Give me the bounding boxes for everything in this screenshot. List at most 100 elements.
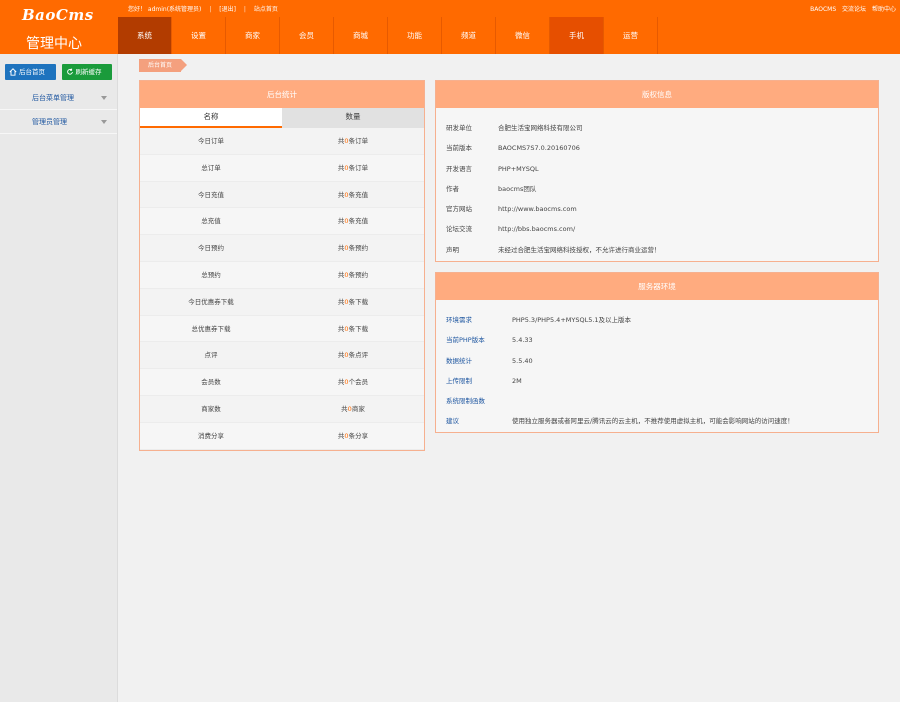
chevron-down-icon: [101, 120, 107, 124]
table-row: 消费分享 共0条分享: [140, 423, 424, 450]
topbar: 您好！ admin(系统管理员) | [退出] | 站点首页 BAOCMS 交流…: [118, 0, 900, 17]
breadcrumb[interactable]: 后台首页: [139, 59, 188, 72]
stat-count-suffix: 条分享: [348, 431, 369, 440]
table-row: 总订单 共0条订单: [140, 155, 424, 182]
info-key: 环境需求: [446, 316, 472, 324]
stat-count: 共0条下载: [282, 289, 424, 315]
logo[interactable]: BaoCms 管理中心: [0, 0, 118, 54]
sidebar: 后台首页 刷新缓存 后台菜单管理 管理员管理: [0, 54, 118, 702]
nav-merchants[interactable]: 商家: [226, 17, 280, 54]
server-env-title: 服务器环境: [436, 273, 878, 300]
stat-name: 总订单: [201, 163, 221, 172]
info-key: 当前版本: [446, 144, 472, 153]
refresh-icon: [66, 68, 73, 75]
stat-name: 总预约: [201, 270, 221, 279]
info-key: 建议: [446, 417, 459, 426]
help-link[interactable]: 帮助中心: [872, 6, 896, 13]
sidebar-item-label: 后台菜单管理: [32, 94, 74, 102]
stats-header: 名称 数量: [140, 108, 424, 128]
nav-mobile[interactable]: 手机: [550, 17, 604, 54]
stat-count-suffix: 条充值: [348, 217, 369, 226]
nav-functions[interactable]: 功能: [388, 17, 442, 54]
server-env-panel: 服务器环境 环境需求 PHP5.3/PHP5.4+MYSQL5.1及以上版本 当前P…: [435, 272, 879, 433]
nav-channels[interactable]: 频道: [442, 17, 496, 54]
table-row: 点评 共0条点评: [140, 342, 424, 370]
stat-name: 今日优惠券下载: [188, 297, 234, 306]
copyright-title: 版权信息: [436, 81, 878, 108]
admin-home-label: 后台首页: [19, 68, 45, 76]
stat-count-suffix: 条预约: [348, 270, 369, 279]
stat-count: 共0商家: [282, 396, 424, 422]
stats-title: 后台统计: [140, 81, 424, 108]
header: BaoCms 管理中心 您好！ admin(系统管理员) | [退出] | 站点…: [0, 0, 900, 54]
nav-members[interactable]: 会员: [280, 17, 334, 54]
stats-rows: 今日订单 共0条订单 总订单 共0条订单 今日充值 共0条充值 总充值 共0条充值 今日预约 共0…: [140, 128, 424, 450]
nav-operations[interactable]: 运营: [604, 17, 658, 54]
info-row: 上传限制 2M: [446, 371, 878, 391]
stat-count: 共0条预约: [282, 262, 424, 288]
logo-brand: BaoCms: [22, 6, 94, 24]
stat-name: 总充值: [201, 217, 221, 226]
stat-count-suffix: 商家: [351, 404, 365, 413]
logo-subtitle: 管理中心: [26, 36, 82, 52]
stat-count-suffix: 条预约: [348, 244, 369, 253]
info-value: BAOCMS7S7.0.20160706: [498, 144, 580, 153]
stat-name: 总优惠券下载: [191, 324, 231, 333]
stat-name: 今日预约: [198, 244, 224, 253]
copyright-rows: 研发单位 合肥生活宝网络科技有限公司当前版本 BAOCMS7S7.0.2016070…: [436, 108, 878, 260]
info-value: 5.5.40: [512, 356, 533, 365]
info-key: 数据统计: [446, 356, 472, 365]
table-row: 今日订单 共0条订单: [140, 128, 424, 155]
logout-link[interactable]: [退出]: [219, 6, 236, 13]
stat-count-suffix: 个会员: [348, 378, 369, 387]
table-row: 商家数 共0商家: [140, 395, 424, 423]
stat-count: 共0条充值: [282, 182, 424, 208]
baocms-link[interactable]: BAOCMS: [810, 6, 836, 13]
info-key: 上传限制: [446, 376, 472, 385]
stat-count-suffix: 条订单: [348, 163, 369, 172]
nav-system[interactable]: 系统: [118, 17, 172, 54]
info-row: 研发单位 合肥生活宝网络科技有限公司: [446, 118, 878, 138]
site-home-link[interactable]: 站点首页: [254, 6, 278, 13]
stat-name: 商家数: [201, 404, 221, 413]
copyright-panel: 版权信息 研发单位 合肥生活宝网络科技有限公司当前版本 BAOCMS7S7.0.20…: [435, 80, 879, 262]
stat-count: 共0条充值: [282, 208, 424, 234]
home-icon: [9, 68, 17, 76]
stat-count-suffix: 条点评: [348, 351, 369, 360]
nav-mall[interactable]: 商城: [334, 17, 388, 54]
column-name-header: 名称: [140, 108, 282, 128]
table-row: 会员数 共0个会员: [140, 369, 424, 396]
stat-count-suffix: 条下载: [348, 324, 369, 333]
info-row: 论坛交流 http://bbs.baocms.com/: [446, 219, 878, 239]
table-row: 总预约 共0条预约: [140, 262, 424, 289]
nav-wechat[interactable]: 微信: [496, 17, 550, 54]
info-row: 当前PHP版本 5.4.33: [446, 330, 878, 350]
sidebar-item-menu-management[interactable]: 后台菜单管理: [0, 86, 117, 110]
info-value: 2M: [512, 376, 522, 385]
info-key: 研发单位: [446, 124, 472, 132]
stat-count: 共0条分享: [282, 423, 424, 449]
info-value: 5.4.33: [512, 336, 533, 345]
info-value: PHP+MYSQL: [498, 164, 539, 173]
stat-count-suffix: 条下载: [348, 297, 369, 306]
server-env-rows: 环境需求 PHP5.3/PHP5.4+MYSQL5.1及以上版本 当前PHP版本 5.…: [436, 300, 878, 432]
info-key: 官方网站: [446, 205, 472, 214]
forum-link[interactable]: 交流论坛: [842, 6, 866, 13]
admin-home-button[interactable]: 后台首页: [5, 64, 56, 80]
nav-settings[interactable]: 设置: [172, 17, 226, 54]
info-key: 开发语言: [446, 164, 472, 173]
refresh-cache-button[interactable]: 刷新缓存: [61, 64, 112, 80]
divider: |: [243, 6, 246, 13]
greeting: 您好！ admin(系统管理员): [128, 6, 202, 13]
info-key: 当前PHP版本: [446, 336, 485, 345]
stat-count: 共0条订单: [282, 155, 424, 181]
table-row: 今日预约 共0条预约: [140, 235, 424, 262]
table-row: 今日优惠券下载 共0条下载: [140, 288, 424, 316]
sidebar-item-admin-management[interactable]: 管理员管理: [0, 110, 117, 134]
info-row: 作者 baocms团队: [446, 179, 878, 199]
divider: |: [209, 6, 212, 13]
column-count-header: 数量: [282, 108, 424, 128]
info-row: 开发语言 PHP+MYSQL: [446, 159, 878, 179]
info-value: http://bbs.baocms.com/: [498, 225, 576, 234]
sidebar-item-label: 管理员管理: [32, 118, 67, 126]
